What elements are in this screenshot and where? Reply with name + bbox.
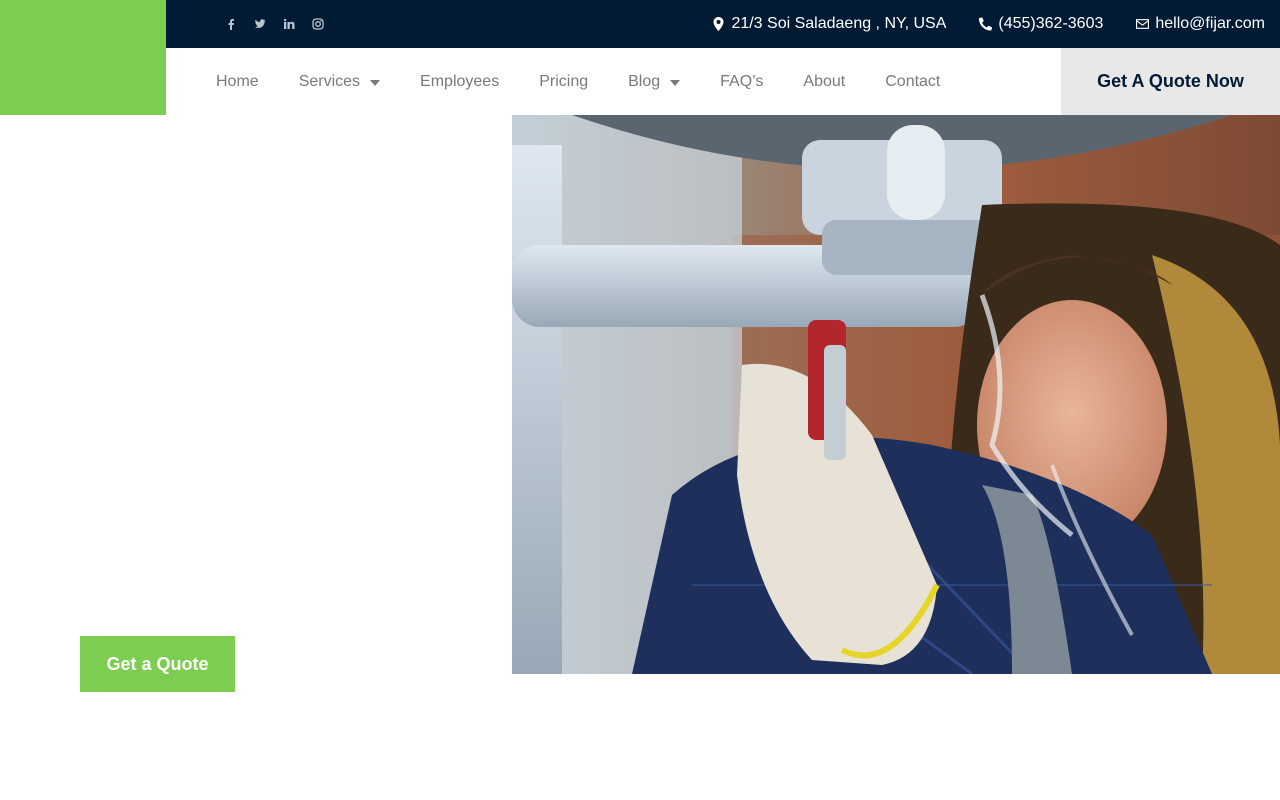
nav-item-pricing[interactable]: Pricing [519,48,608,115]
map-marker-icon [713,17,724,31]
nav-item-faqs[interactable]: FAQ’s [700,48,783,115]
email-text: hello@fijar.com [1155,15,1265,32]
phone-text: (455)362-3603 [998,15,1104,32]
phone-link[interactable]: (455)362-3603 [979,15,1103,33]
email-link[interactable]: hello@fijar.com [1136,15,1265,33]
nav-label: FAQ’s [720,72,764,90]
get-a-quote-now-button[interactable]: Get A Quote Now [1061,48,1280,115]
envelope-icon [1136,19,1150,29]
address-text: 21/3 Soi Saladaeng , NY, USA [731,15,947,32]
nav-item-home[interactable]: Home [196,48,279,115]
contact-info: 21/3 Soi Saladaeng , NY, USA (455)362-36… [679,0,1265,48]
linkedin-icon[interactable] [274,0,303,48]
nav-item-contact[interactable]: Contact [865,48,960,115]
nav-item-about[interactable]: About [783,48,865,115]
nav-label: Services [298,72,361,90]
address-link[interactable]: 21/3 Soi Saladaeng , NY, USA [712,15,946,33]
instagram-icon[interactable] [303,0,332,48]
social-links [216,0,332,48]
caret-down-icon [670,79,681,86]
main-nav: Home Services Employees Pricing Blog FAQ… [166,48,1061,115]
logo[interactable] [0,0,166,115]
get-a-quote-button[interactable]: Get a Quote [80,636,235,692]
nav-item-blog[interactable]: Blog [608,48,700,115]
nav-label: About [803,72,846,90]
nav-label: Blog [628,72,661,90]
nav-item-employees[interactable]: Employees [400,48,519,115]
nav-label: Home [216,72,259,90]
twitter-icon[interactable] [245,0,274,48]
facebook-icon[interactable] [216,0,245,48]
nav-label: Pricing [539,72,589,90]
nav-item-services[interactable]: Services [279,48,400,115]
hero-image [512,115,1280,674]
top-bar: 21/3 Soi Saladaeng , NY, USA (455)362-36… [166,0,1280,48]
nav-label: Employees [420,72,500,90]
nav-label: Contact [885,72,941,90]
caret-down-icon [370,79,381,86]
phone-icon [979,17,993,31]
